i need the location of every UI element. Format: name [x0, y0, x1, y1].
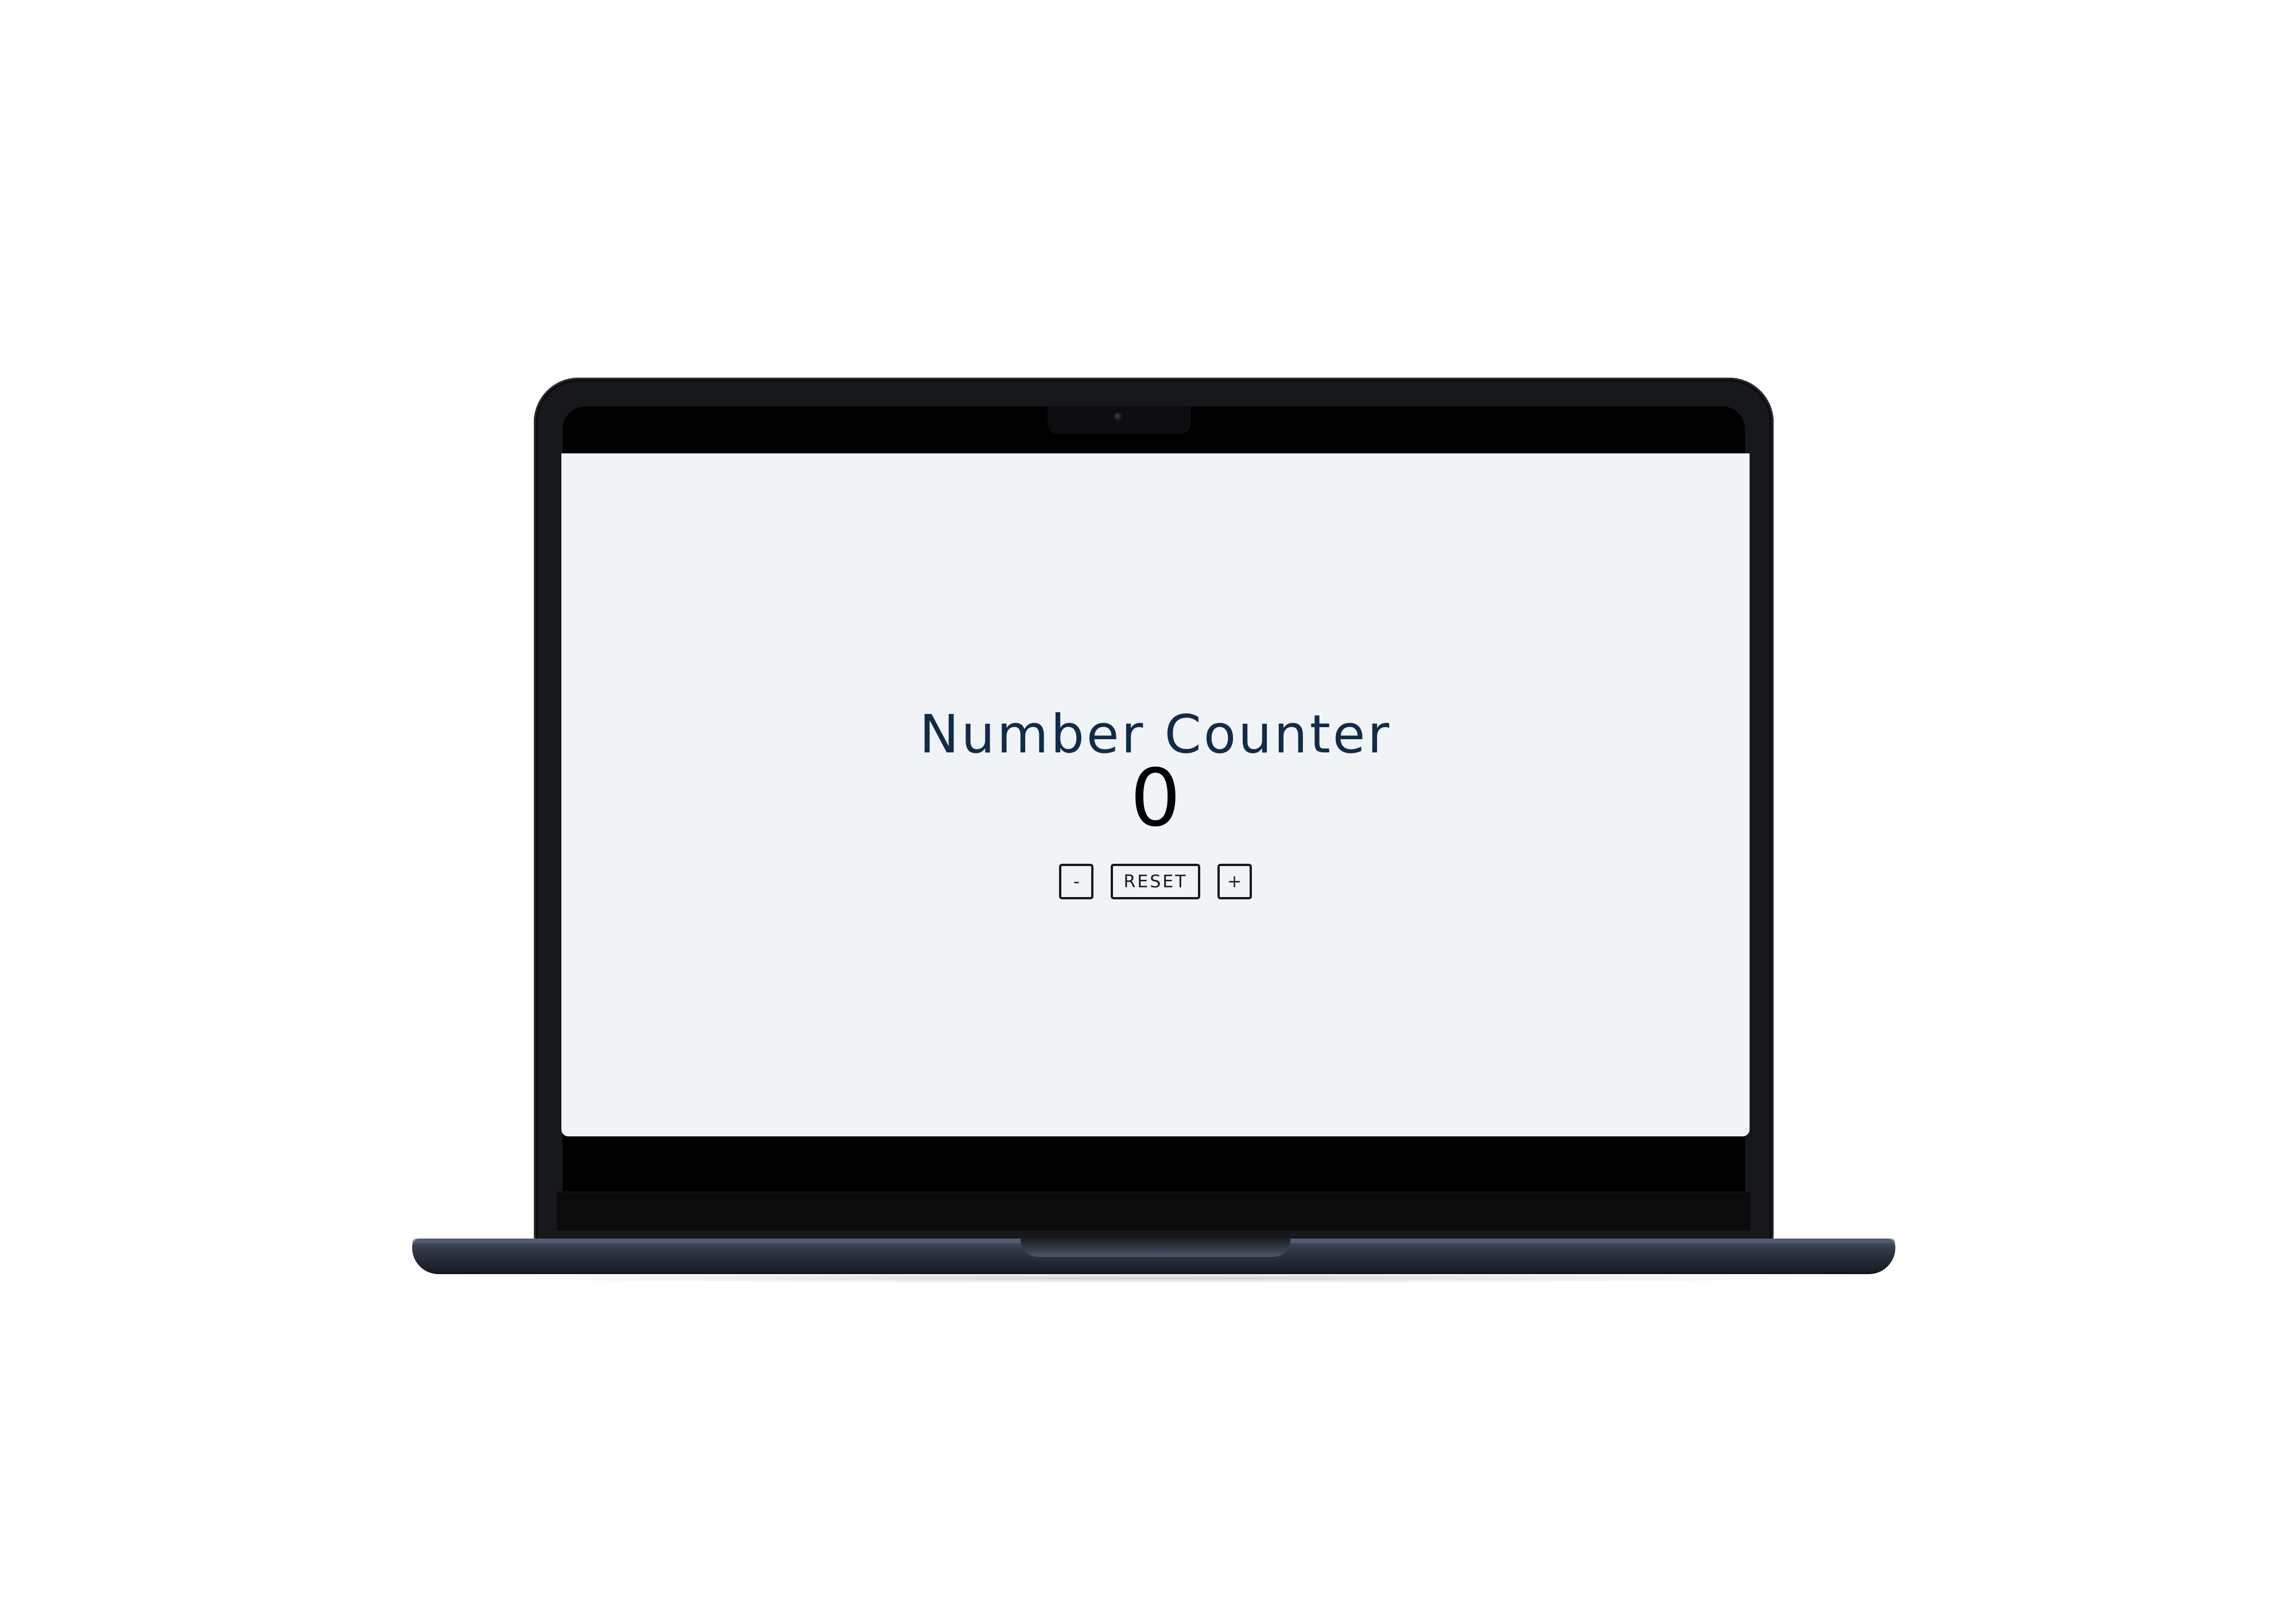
camera-notch [1048, 406, 1191, 434]
laptop-base [412, 1239, 1895, 1274]
app-screen: Number Counter 0 - RESET + [561, 453, 1750, 1136]
camera-icon [1114, 413, 1122, 421]
decrement-button[interactable]: - [1059, 864, 1094, 899]
reset-button[interactable]: RESET [1111, 864, 1200, 899]
counter-value: 0 [1130, 752, 1181, 844]
counter-controls: - RESET + [561, 864, 1750, 899]
laptop-shadow [436, 1273, 1871, 1283]
trackpad-notch [1021, 1239, 1290, 1257]
increment-button[interactable]: + [1217, 864, 1252, 899]
screen-chin [557, 1191, 1751, 1231]
